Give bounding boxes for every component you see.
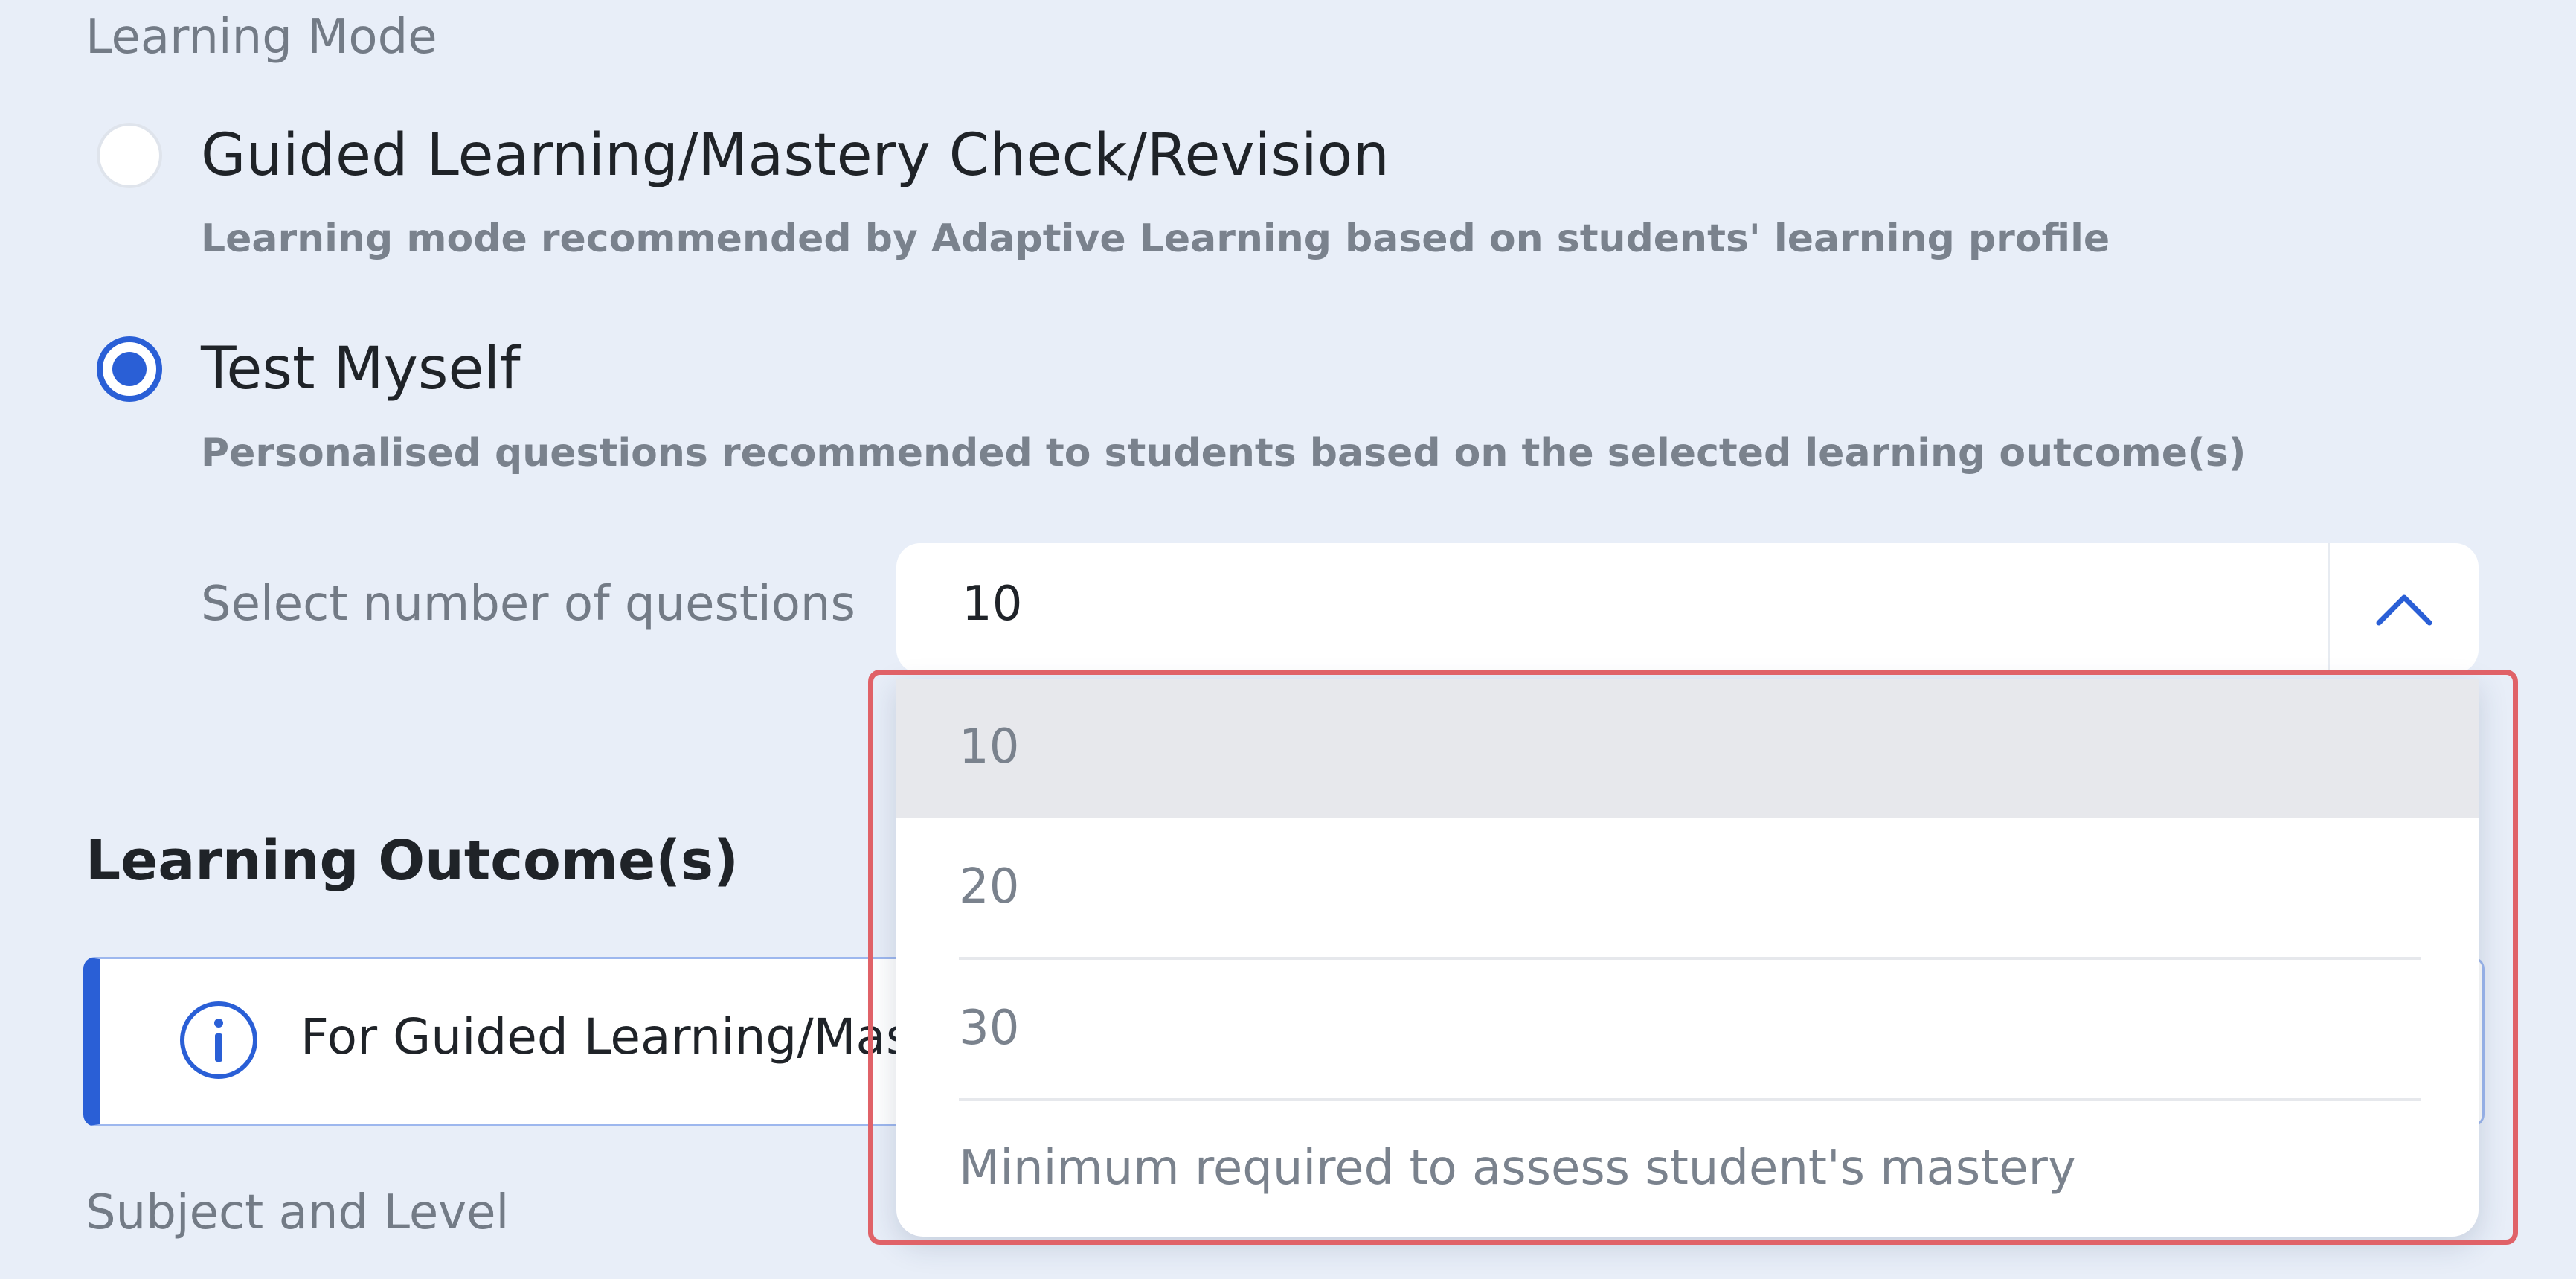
test-myself-radio[interactable] xyxy=(97,336,162,402)
learning-mode-label: Learning Mode xyxy=(86,10,437,65)
guided-learning-option-description: Learning mode recommended by Adaptive Le… xyxy=(201,217,2110,261)
question-count-toggle-button[interactable] xyxy=(2328,543,2479,673)
learning-outcomes-heading: Learning Outcome(s) xyxy=(86,829,739,893)
test-myself-option-title[interactable]: Test Myself xyxy=(201,340,521,398)
question-count-label: Select number of questions xyxy=(201,577,855,632)
chevron-up-icon xyxy=(2376,594,2432,625)
guided-learning-option-title[interactable]: Guided Learning/Mastery Check/Revision xyxy=(201,126,1390,185)
radio-selected-dot xyxy=(112,352,147,386)
guided-learning-radio[interactable] xyxy=(97,123,162,188)
subject-and-level-label: Subject and Level xyxy=(86,1185,510,1240)
learning-outcomes-info-text: For Guided Learning/Mas xyxy=(301,1008,912,1065)
info-icon xyxy=(180,1001,257,1079)
question-count-selected-value: 10 xyxy=(962,577,1023,632)
question-count-select[interactable]: 10 xyxy=(896,543,2479,673)
test-myself-option-description: Personalised questions recommended to st… xyxy=(201,431,2246,475)
dropdown-highlight-frame xyxy=(868,670,2518,1245)
